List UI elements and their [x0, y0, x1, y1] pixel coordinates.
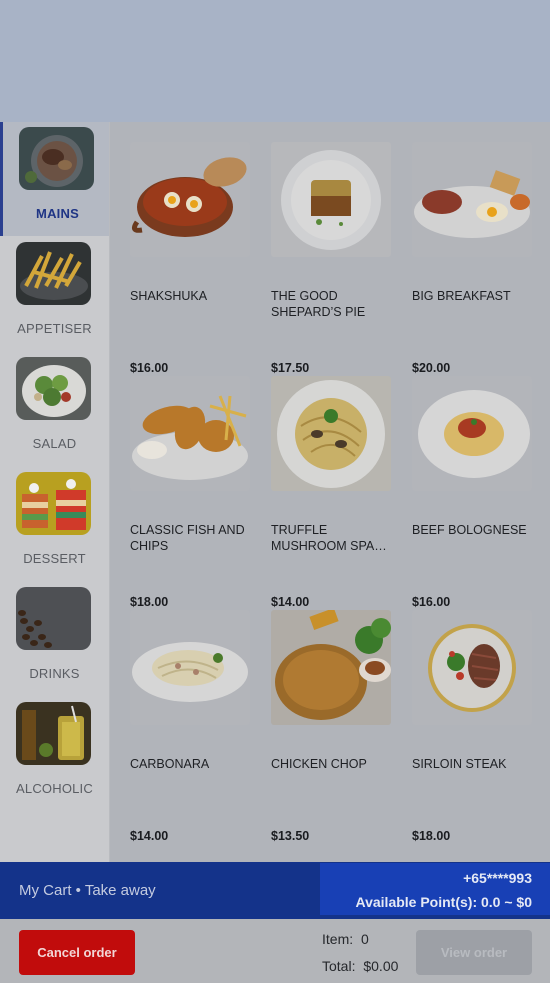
coffee-beans-thumbnail-icon — [16, 587, 91, 650]
dish-name: CHICKEN CHOP — [271, 757, 367, 771]
menu-card-fish-and-chips[interactable]: CLASSIC FISH AND CHIPS $18.00 — [130, 376, 252, 609]
beef-bolognese-image-icon — [412, 376, 532, 491]
category-label: ALCOHOLIC — [16, 781, 93, 796]
member-phone: +65****993 — [463, 870, 532, 886]
item-value: 0 — [361, 931, 369, 947]
category-label: MAINS — [36, 206, 79, 221]
dish-name: CLASSIC FISH AND CHIPS — [130, 523, 245, 553]
order-footer: Cancel order Item: 0 Total: $0.00 View o… — [0, 919, 550, 983]
category-drinks[interactable]: DRINKS — [0, 582, 109, 696]
menu-grid: SHAKSHUKA $16.00 THE GOOD SHEPARD’S PIE … — [110, 122, 550, 862]
top-banner — [0, 0, 550, 122]
chicken-chop-image-icon — [271, 610, 391, 725]
sirloin-steak-image-icon — [412, 610, 532, 725]
carbonara-image-icon — [130, 610, 250, 725]
dish-price: $14.00 — [271, 595, 310, 609]
cancel-order-button[interactable]: Cancel order — [19, 930, 135, 975]
truffle-spaghetti-image-icon — [271, 376, 391, 491]
menu-card-truffle-mushroom-spaghetti[interactable]: TRUFFLE MUSHROOM SPA… $14.00 — [271, 376, 393, 609]
fish-and-chips-image-icon — [130, 376, 250, 491]
dish-price: $14.00 — [130, 829, 169, 843]
dish-price: $13.50 — [271, 829, 310, 843]
category-label: SALAD — [32, 436, 77, 451]
category-dessert[interactable]: DESSERT — [0, 467, 109, 581]
category-appetiser[interactable]: APPETISER — [0, 237, 109, 351]
order-total: Total: $0.00 — [322, 958, 398, 974]
shakshuka-image-icon — [130, 142, 250, 257]
menu-card-shakshuka[interactable]: SHAKSHUKA $16.00 — [130, 142, 252, 375]
dish-price: $16.00 — [412, 595, 451, 609]
dish-name: BIG BREAKFAST — [412, 289, 511, 303]
dish-price: $18.00 — [130, 595, 169, 609]
member-points-panel[interactable]: +65****993 Available Point(s): 0.0 ~ $0 — [320, 863, 550, 915]
total-label: Total: — [322, 958, 356, 974]
dish-name: BEEF BOLOGNESE — [412, 523, 527, 537]
dish-price: $18.00 — [412, 829, 451, 843]
salad-thumbnail-icon — [16, 357, 91, 420]
category-sidebar: MAINS APPETISER SALAD DESSERT DRINKS ALC… — [0, 122, 110, 862]
mains-thumbnail-icon — [19, 127, 94, 190]
dish-name: SHAKSHUKA — [130, 289, 208, 303]
dish-price: $20.00 — [412, 361, 451, 375]
cart-bar[interactable]: My Cart • Take away +65****993 Available… — [0, 862, 550, 919]
menu-card-chicken-chop[interactable]: CHICKEN CHOP $13.50 — [271, 610, 393, 843]
dish-name: SIRLOIN STEAK — [412, 757, 507, 771]
menu-card-sirloin-steak[interactable]: SIRLOIN STEAK $18.00 — [412, 610, 534, 843]
cocktail-thumbnail-icon — [16, 702, 91, 765]
dish-name: TRUFFLE MUSHROOM SPA… — [271, 523, 387, 553]
cake-thumbnail-icon — [16, 472, 91, 535]
category-label: DESSERT — [23, 551, 86, 566]
category-label: APPETISER — [17, 321, 92, 336]
dish-name: THE GOOD SHEPARD’S PIE — [271, 289, 366, 319]
big-breakfast-image-icon — [412, 142, 532, 257]
available-points: Available Point(s): 0.0 ~ $0 — [355, 894, 533, 910]
view-order-button[interactable]: View order — [416, 930, 532, 975]
item-label: Item: — [322, 931, 354, 947]
dish-name: CARBONARA — [130, 757, 210, 771]
shepards-pie-image-icon — [271, 142, 391, 257]
category-label: DRINKS — [29, 666, 80, 681]
category-salad[interactable]: SALAD — [0, 352, 109, 466]
menu-card-carbonara[interactable]: CARBONARA $14.00 — [130, 610, 252, 843]
fries-thumbnail-icon — [16, 242, 91, 305]
menu-card-shepards-pie[interactable]: THE GOOD SHEPARD’S PIE $17.50 — [271, 142, 393, 375]
dish-price: $16.00 — [130, 361, 169, 375]
dish-price: $17.50 — [271, 361, 310, 375]
category-mains[interactable]: MAINS — [0, 122, 109, 236]
menu-card-big-breakfast[interactable]: BIG BREAKFAST $20.00 — [412, 142, 534, 375]
item-count: Item: 0 — [322, 931, 369, 947]
category-alcoholic[interactable]: ALCOHOLIC — [0, 697, 109, 811]
total-value: $0.00 — [363, 958, 399, 974]
cart-title: My Cart • Take away — [19, 882, 156, 899]
menu-card-beef-bolognese[interactable]: BEEF BOLOGNESE $16.00 — [412, 376, 534, 609]
